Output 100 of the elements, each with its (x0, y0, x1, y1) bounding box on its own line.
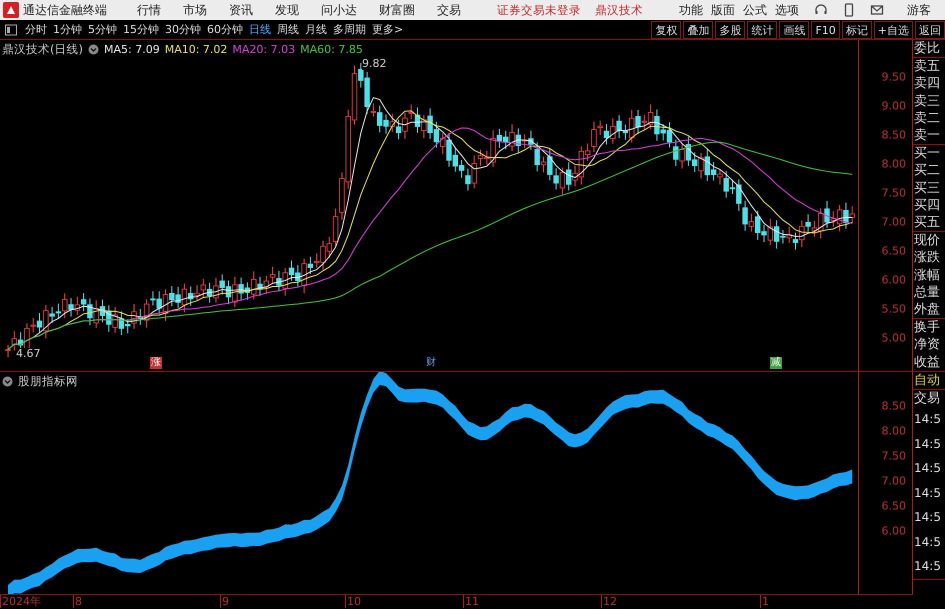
quote-label: 卖三 (913, 92, 941, 110)
mail-icon[interactable] (870, 3, 884, 17)
quote-label: 净资 (913, 336, 941, 354)
toolbar-button[interactable]: 标记 (842, 20, 872, 38)
settings-icon[interactable] (2, 376, 13, 387)
quote-label: 买五 (913, 214, 941, 232)
period-tab[interactable]: 分时 (22, 22, 50, 37)
toolbar-button[interactable]: 多股 (715, 20, 746, 38)
period-tab[interactable]: 5分钟 (85, 22, 120, 37)
app-title: 通达信金融终端 (23, 2, 107, 18)
price-tick: 5.00 (882, 332, 906, 344)
price-tick: 5.50 (882, 302, 906, 316)
high-price-label: 9.82 (362, 58, 386, 70)
menu-item[interactable]: 问小达 (321, 2, 357, 18)
indicator-title: 股朋指标网 (18, 374, 78, 389)
indicator-tick: 7.50 (882, 450, 906, 462)
date-tick: 8 (73, 595, 82, 608)
toolbar-button[interactable]: F10 (811, 20, 840, 38)
price-tick: 7.00 (882, 216, 906, 228)
price-tick: 8.00 (882, 158, 906, 170)
quote-label: 14:5 (913, 411, 942, 428)
menu-item[interactable]: 财富圈 (379, 2, 415, 18)
quote-label: 14:5 (913, 436, 942, 453)
menu-item[interactable]: 选项 (775, 2, 799, 18)
quote-label: 自动 (913, 372, 941, 390)
date-tick: 2024年 (0, 595, 41, 608)
period-tab[interactable]: 多周期 (330, 22, 369, 37)
menu-item[interactable]: 行情 (137, 2, 161, 18)
indicator-tick: 8.50 (882, 400, 906, 412)
quote-label: 买二 (913, 162, 941, 180)
quote-label: 买三 (913, 180, 941, 197)
panel-toggle-icon[interactable] (4, 22, 18, 36)
price-tick: 6.50 (882, 244, 906, 258)
price-tick: 8.50 (882, 128, 906, 142)
period-tab[interactable]: 60分钟 (204, 22, 246, 37)
menu-item[interactable]: 市场 (183, 2, 207, 18)
period-tab[interactable]: 日线 (246, 22, 274, 37)
event-marker[interactable]: 财 (425, 357, 437, 369)
date-tick: 10 (345, 595, 361, 608)
toolbar-button[interactable]: 复权 (651, 20, 682, 38)
period-tab[interactable]: 1分钟 (50, 22, 85, 37)
quote-label: 14:5 (913, 509, 942, 526)
user-label[interactable]: 游客 (907, 2, 931, 18)
quote-label: 交易 (913, 390, 941, 408)
menu-item[interactable]: 版面 (711, 2, 735, 18)
settings-icon[interactable] (88, 44, 99, 55)
price-tick: 9.50 (882, 70, 906, 84)
toolbar-button[interactable]: 返回 (915, 20, 945, 38)
quote-label: 14:5 (913, 484, 942, 502)
low-price-label: 4.67 (16, 348, 40, 360)
indicator-tick: 6.00 (882, 524, 906, 538)
date-tick: 12 (601, 595, 617, 608)
date-tick: 11 (463, 595, 479, 608)
quote-label: 外盘 (913, 301, 941, 318)
ma-value: MA20: 7.03 (232, 43, 296, 56)
indicator-tick: 8.00 (882, 424, 906, 438)
quote-label: 14:5 (913, 460, 942, 478)
app-logo-icon (3, 2, 19, 18)
ma-value: MA60: 7.85 (300, 43, 363, 56)
menu-item[interactable]: 功能 (679, 2, 703, 18)
menu-item[interactable]: 资讯 (229, 2, 253, 18)
phone-icon[interactable] (842, 3, 856, 17)
period-tab[interactable]: 月线 (302, 22, 330, 37)
toolbar-button[interactable]: +自选 (874, 20, 913, 38)
quote-label: 14:5 (913, 558, 942, 576)
period-tab[interactable]: 更多> (369, 22, 406, 37)
price-tick: 6.00 (882, 274, 906, 286)
price-tick: 7.50 (882, 186, 906, 200)
quote-label: 涨跌 (913, 249, 941, 267)
indicator-tick: 7.00 (882, 474, 906, 488)
menu-item[interactable]: 发现 (275, 2, 299, 18)
chart-title: 鼎汉技术(日线) (2, 42, 83, 57)
quote-label: 卖四 (913, 75, 941, 93)
toolbar-button[interactable]: 统计 (747, 20, 778, 38)
date-tick: 1 (760, 595, 769, 608)
quote-label: 换手 (913, 319, 941, 336)
quote-label: 买一 (913, 145, 941, 162)
event-marker[interactable]: 涨 (150, 357, 162, 369)
quote-label: 买四 (913, 196, 941, 214)
quote-label: 现价 (913, 232, 941, 250)
period-tab[interactable]: 周线 (274, 22, 302, 37)
menu-item[interactable]: 交易 (437, 2, 461, 18)
headset-icon[interactable] (814, 3, 828, 17)
period-tab[interactable]: 30分钟 (162, 22, 204, 37)
status-notice: 鼎汉技术 (595, 2, 643, 18)
period-tab[interactable]: 15分钟 (120, 22, 162, 37)
toolbar-button[interactable]: 叠加 (683, 20, 714, 38)
ma-value: MA5: 7.09 (104, 43, 160, 56)
menu-item[interactable]: 公式 (743, 2, 767, 18)
quote-label: 14:5 (913, 534, 942, 551)
date-tick: 9 (220, 595, 229, 608)
ma-value: MA10: 7.02 (164, 43, 228, 56)
quote-label: 卖五 (913, 58, 941, 76)
quote-label: 卖一 (913, 127, 941, 144)
quote-label: 卖二 (913, 110, 941, 128)
quote-label: 收益 (913, 354, 941, 371)
status-notice: 证券交易未登录 (497, 2, 581, 18)
indicator-tick: 6.50 (882, 500, 906, 512)
toolbar-button[interactable]: 画线 (779, 20, 810, 38)
quote-label: 涨幅 (913, 266, 941, 284)
